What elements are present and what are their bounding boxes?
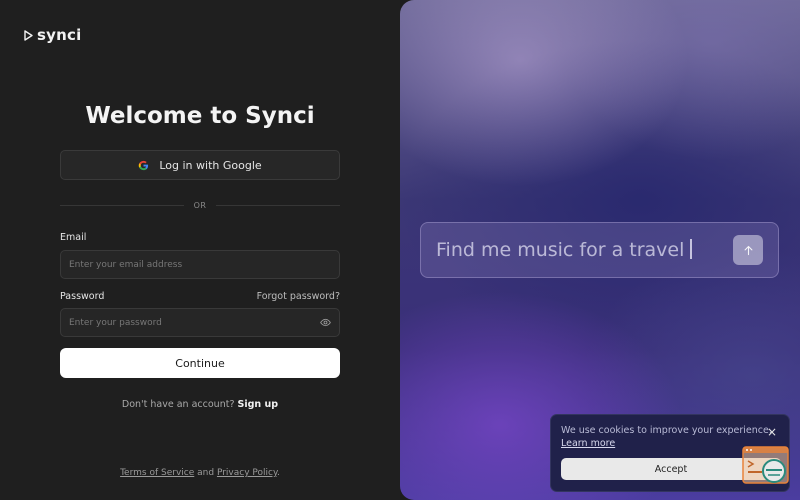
prompt-text: Find me music for a travel [436,239,733,261]
forgot-password-link[interactable]: Forgot password? [257,291,340,302]
prompt-value: Find me music for a travel [436,239,685,261]
send-button[interactable] [733,235,763,265]
divider-line-right [216,204,341,206]
email-label: Email [60,232,87,243]
assistant-widget-icon[interactable] [742,446,790,486]
password-field-wrapper [60,308,340,337]
footer-and-text: and [197,468,215,478]
signup-link[interactable]: Sign up [238,399,279,410]
google-login-label: Log in with Google [159,158,262,172]
logo[interactable]: synci [24,26,81,44]
cookie-message-text: We use cookies to improve your experienc… [561,425,772,436]
email-field-wrapper [60,250,340,279]
eye-icon[interactable] [320,317,331,328]
google-icon [139,160,149,170]
login-page: synci Welcome to Synci Log in with Googl… [0,0,800,500]
or-divider: OR [60,199,341,211]
no-account-text: Don't have an account? [121,399,235,410]
text-caret [690,239,692,259]
logo-text: synci [37,26,82,44]
privacy-link[interactable]: Privacy Policy [217,468,277,478]
divider-line-left [60,204,184,206]
close-icon[interactable]: × [767,426,777,438]
google-login-button[interactable]: Log in with Google [60,150,340,180]
login-panel: synci Welcome to Synci Log in with Googl… [0,0,400,500]
prompt-input-box[interactable]: Find me music for a travel [420,222,779,278]
continue-button[interactable]: Continue [60,348,340,378]
password-field[interactable] [69,317,320,328]
play-triangle-icon [24,29,33,41]
learn-more-link[interactable]: Learn more [561,438,615,449]
page-title: Welcome to Synci [85,103,315,129]
footer-period: . [277,468,280,478]
arrow-up-icon [744,245,752,255]
password-label: Password [60,291,105,302]
terms-link[interactable]: Terms of Service [120,468,194,478]
email-field[interactable] [69,259,331,270]
legal-footer: Terms of Service and Privacy Policy. [0,468,400,478]
signup-prompt: Don't have an account? Sign up [0,399,400,410]
or-text: OR [193,200,207,210]
